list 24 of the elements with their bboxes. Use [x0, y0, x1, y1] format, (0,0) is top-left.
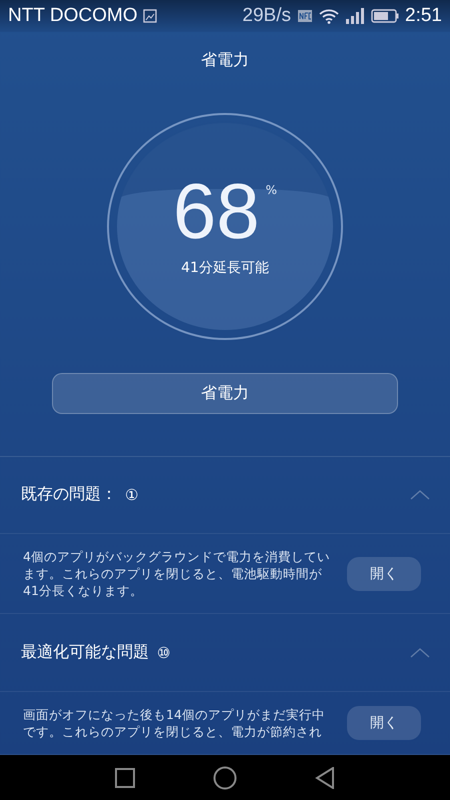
- issue-count: ①: [125, 486, 138, 504]
- network-speed: 29B/s: [242, 5, 292, 27]
- clock: 2:51: [405, 5, 442, 27]
- open-button[interactable]: 開く: [347, 706, 421, 740]
- signal-icon: [345, 8, 366, 24]
- section-title: 既存の問題：: [21, 484, 117, 506]
- nfc-icon: [297, 9, 314, 23]
- issue-description: 画面がオフになった後も14個のアプリがまだ実行中です。これらのアプリを閉じると、電力が節約され: [23, 706, 326, 740]
- carrier-name: NTT DOCOMO: [8, 5, 138, 27]
- back-icon[interactable]: [315, 766, 335, 788]
- home-icon[interactable]: [213, 766, 237, 790]
- power-save-button[interactable]: 省電力: [52, 373, 398, 414]
- percent-sign: %: [266, 182, 278, 197]
- screen-title: 省電力: [200, 50, 250, 71]
- image-icon: [143, 9, 158, 23]
- section-title: 最適化可能な問題: [21, 642, 149, 664]
- issue-description: 4個のアプリがバックグラウンドで電力を消費しています。これらのアプリを閉じると、電池駆動時間が41分長くなります。: [23, 548, 331, 600]
- battery-percent: 68: [172, 170, 260, 251]
- extension-time: 41分延長可能: [181, 258, 269, 277]
- recent-apps-icon[interactable]: [115, 768, 135, 788]
- issue-count: ⑩: [157, 644, 170, 662]
- open-button[interactable]: 開く: [347, 556, 421, 591]
- wifi-icon: [319, 8, 340, 24]
- battery-icon: [371, 9, 400, 23]
